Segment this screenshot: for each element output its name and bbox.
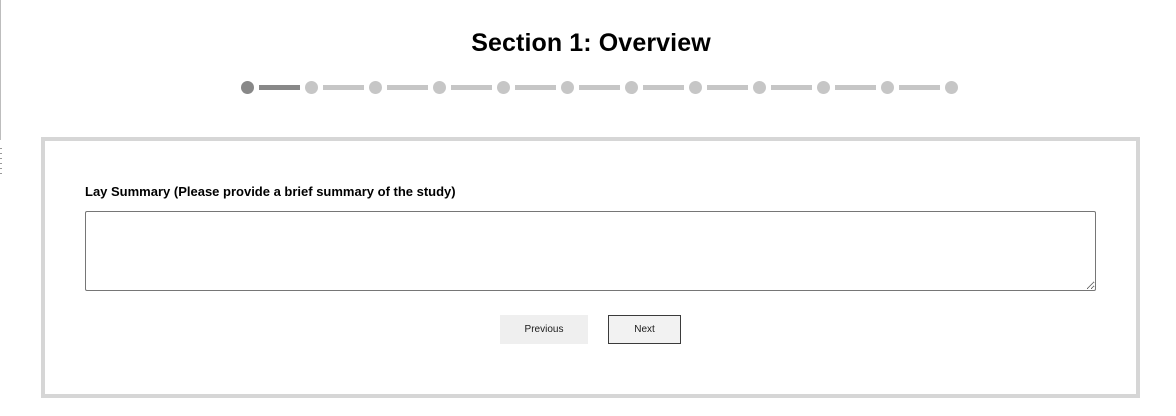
left-edge-mark [0, 148, 2, 176]
progress-step-11 [881, 80, 894, 94]
lay-summary-label: Lay Summary (Please provide a brief summ… [85, 184, 456, 199]
section-progress-indicator [241, 80, 958, 94]
progress-connector-3 [387, 84, 428, 90]
progress-connector-2 [323, 84, 364, 90]
page-title: Section 1: Overview [471, 29, 711, 57]
next-button[interactable]: Next [608, 315, 681, 344]
progress-step-1-current [241, 80, 254, 94]
progress-step-3 [369, 80, 382, 94]
progress-connector-10 [835, 84, 876, 90]
progress-connector-5 [515, 84, 556, 90]
progress-step-5 [497, 80, 510, 94]
progress-connector-9 [771, 84, 812, 90]
left-edge-line [0, 0, 1, 140]
progress-step-6 [561, 80, 574, 94]
progress-connector-11 [899, 84, 940, 90]
progress-connector-6 [579, 84, 620, 90]
progress-step-12 [945, 80, 958, 94]
progress-connector-1 [259, 84, 300, 90]
progress-connector-4 [451, 84, 492, 90]
progress-step-7 [625, 80, 638, 94]
progress-step-8 [689, 80, 702, 94]
previous-button[interactable]: Previous [500, 315, 588, 344]
progress-step-10 [817, 80, 830, 94]
progress-step-2 [305, 80, 318, 94]
progress-connector-7 [643, 84, 684, 90]
lay-summary-input[interactable] [85, 211, 1096, 291]
progress-step-9 [753, 80, 766, 94]
progress-step-4 [433, 80, 446, 94]
progress-connector-8 [707, 84, 748, 90]
overview-form-card: Lay Summary (Please provide a brief summ… [41, 137, 1140, 398]
